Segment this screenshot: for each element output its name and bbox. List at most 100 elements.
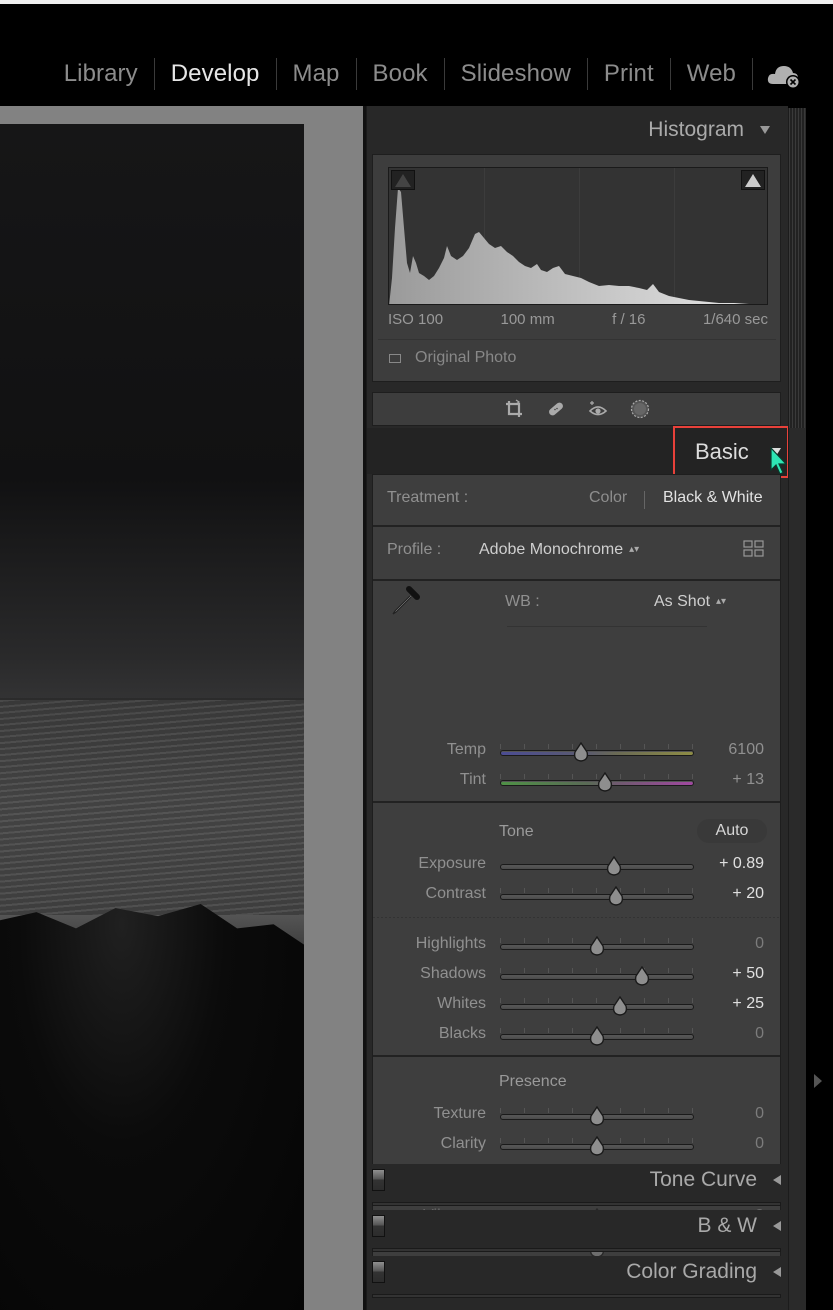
- treatment-color-option[interactable]: Color: [589, 489, 627, 507]
- bw-enable-switch[interactable]: [372, 1215, 385, 1237]
- original-photo-toggle[interactable]: Original Photo: [389, 349, 516, 367]
- temp-slider[interactable]: [500, 750, 694, 756]
- contrast-slider[interactable]: [500, 894, 694, 900]
- whites-value[interactable]: + 25: [732, 995, 764, 1013]
- shadows-slider-thumb[interactable]: [633, 966, 651, 986]
- histogram-header[interactable]: Histogram: [648, 108, 788, 152]
- module-picker-bar: Library Develop Map Book Slideshow Print…: [0, 4, 833, 104]
- eyedropper-icon[interactable]: [387, 583, 423, 619]
- bw-title: B & W: [697, 1214, 757, 1237]
- module-web[interactable]: Web: [671, 58, 752, 90]
- tint-slider-thumb[interactable]: [596, 772, 614, 792]
- blacks-label: Blacks: [438, 1025, 486, 1042]
- bw-header[interactable]: B & W: [697, 1214, 781, 1238]
- crop-icon[interactable]: [504, 399, 524, 419]
- exif-iso: ISO 100: [388, 311, 444, 328]
- temp-label: Temp: [446, 741, 486, 758]
- temp-slider-row: Temp 6100: [373, 735, 780, 765]
- color-grading-panel: Color Grading: [367, 1256, 789, 1298]
- divider: [373, 579, 780, 581]
- module-book[interactable]: Book: [357, 58, 444, 90]
- whites-slider[interactable]: [500, 1004, 694, 1010]
- contrast-slider-thumb[interactable]: [607, 886, 625, 906]
- module-library[interactable]: Library: [48, 58, 154, 90]
- basic-title: Basic: [695, 439, 749, 464]
- redeye-icon[interactable]: [588, 399, 608, 419]
- wb-label: WB :: [505, 593, 540, 610]
- photo-preview[interactable]: [0, 124, 304, 1310]
- highlights-slider-thumb[interactable]: [588, 936, 606, 956]
- exif-shutter: 1/640 sec: [702, 311, 768, 328]
- divider: [373, 917, 780, 918]
- masking-icon[interactable]: [630, 399, 650, 419]
- exposure-slider-thumb[interactable]: [605, 856, 623, 876]
- profile-browser-grid-icon[interactable]: [743, 539, 765, 559]
- histogram-graph[interactable]: [388, 167, 768, 305]
- module-print[interactable]: Print: [588, 58, 670, 90]
- white-balance-row: WB : As Shot ▴▾: [373, 583, 780, 623]
- module-map[interactable]: Map: [277, 58, 356, 90]
- slider-ticks: [500, 968, 694, 973]
- highlights-slider-row: Highlights 0: [373, 929, 780, 959]
- temp-slider-thumb[interactable]: [572, 742, 590, 762]
- exposure-label: Exposure: [418, 855, 486, 872]
- presence-sliders: [372, 1056, 781, 1162]
- tint-value[interactable]: + 13: [732, 771, 764, 789]
- divider: [378, 339, 776, 340]
- blacks-slider-row: Blacks 0: [373, 1019, 780, 1049]
- scrollbar-thumb[interactable]: [789, 108, 805, 428]
- whites-slider-thumb[interactable]: [611, 996, 629, 1016]
- divider: [373, 525, 780, 527]
- auto-tone-button[interactable]: Auto: [697, 819, 767, 843]
- profile-row: Profile : Adobe Monochrome ▴▾: [373, 535, 780, 565]
- tint-slider-row: Tint + 13: [373, 765, 780, 795]
- wb-value: As Shot: [654, 593, 711, 610]
- tone-curve-header[interactable]: Tone Curve: [650, 1168, 781, 1192]
- expand-triangle-icon: [773, 1175, 781, 1185]
- module-separator: [752, 58, 753, 90]
- shadows-value[interactable]: + 50: [732, 965, 764, 983]
- highlight-clipping-toggle[interactable]: [741, 170, 765, 190]
- color-grading-enable-switch[interactable]: [372, 1261, 385, 1283]
- contrast-label: Contrast: [425, 885, 486, 902]
- whites-slider-row: Whites + 25: [373, 989, 780, 1019]
- exposure-slider[interactable]: [500, 864, 694, 870]
- module-slideshow[interactable]: Slideshow: [445, 58, 587, 90]
- module-picker: Library Develop Map Book Slideshow Print…: [48, 56, 753, 92]
- checkbox-icon[interactable]: [389, 353, 401, 363]
- temp-value[interactable]: 6100: [728, 741, 764, 759]
- histogram-panel: ISO 100 100 mm f / 16 1/640 sec Original…: [372, 154, 781, 382]
- shadows-slider[interactable]: [500, 974, 694, 980]
- whites-label: Whites: [437, 995, 486, 1012]
- panel-end-bar: [372, 1294, 781, 1298]
- blacks-value[interactable]: 0: [755, 1025, 764, 1043]
- slider-ticks: [500, 888, 694, 893]
- contrast-value[interactable]: + 20: [732, 885, 764, 903]
- module-develop[interactable]: Develop: [155, 58, 276, 90]
- healing-icon[interactable]: [546, 399, 566, 419]
- right-panel-toggle-icon[interactable]: [814, 1074, 822, 1088]
- panel-scrollbar[interactable]: [788, 108, 806, 1310]
- profile-label: Profile :: [387, 541, 442, 558]
- profile-dropdown[interactable]: Adobe Monochrome ▴▾: [479, 541, 639, 559]
- blacks-slider-thumb[interactable]: [588, 1026, 606, 1046]
- exif-focal-length: 100 mm: [500, 311, 555, 328]
- shadow-clipping-toggle[interactable]: [391, 170, 415, 190]
- treatment-bw-option[interactable]: Black & White: [663, 489, 763, 507]
- histogram-title: Histogram: [648, 118, 744, 141]
- divider: [644, 491, 645, 509]
- color-grading-header[interactable]: Color Grading: [626, 1260, 781, 1284]
- tone-curve-enable-switch[interactable]: [372, 1169, 385, 1191]
- tone-curve-panel: Tone Curve: [367, 1164, 789, 1206]
- tool-strip: [372, 392, 781, 426]
- exif-aperture: f / 16: [612, 311, 646, 328]
- highlights-value[interactable]: 0: [755, 935, 764, 953]
- right-edge-strip: [806, 106, 833, 1310]
- mouse-cursor-icon: [770, 446, 788, 475]
- cloud-sync-error-icon[interactable]: [767, 62, 803, 90]
- exif-info: ISO 100 100 mm f / 16 1/640 sec: [388, 311, 768, 328]
- exposure-value[interactable]: + 0.89: [719, 855, 764, 873]
- wb-dropdown[interactable]: As Shot ▴▾: [654, 593, 726, 611]
- contrast-slider-row: Contrast + 20: [373, 879, 780, 909]
- tint-label: Tint: [459, 771, 486, 788]
